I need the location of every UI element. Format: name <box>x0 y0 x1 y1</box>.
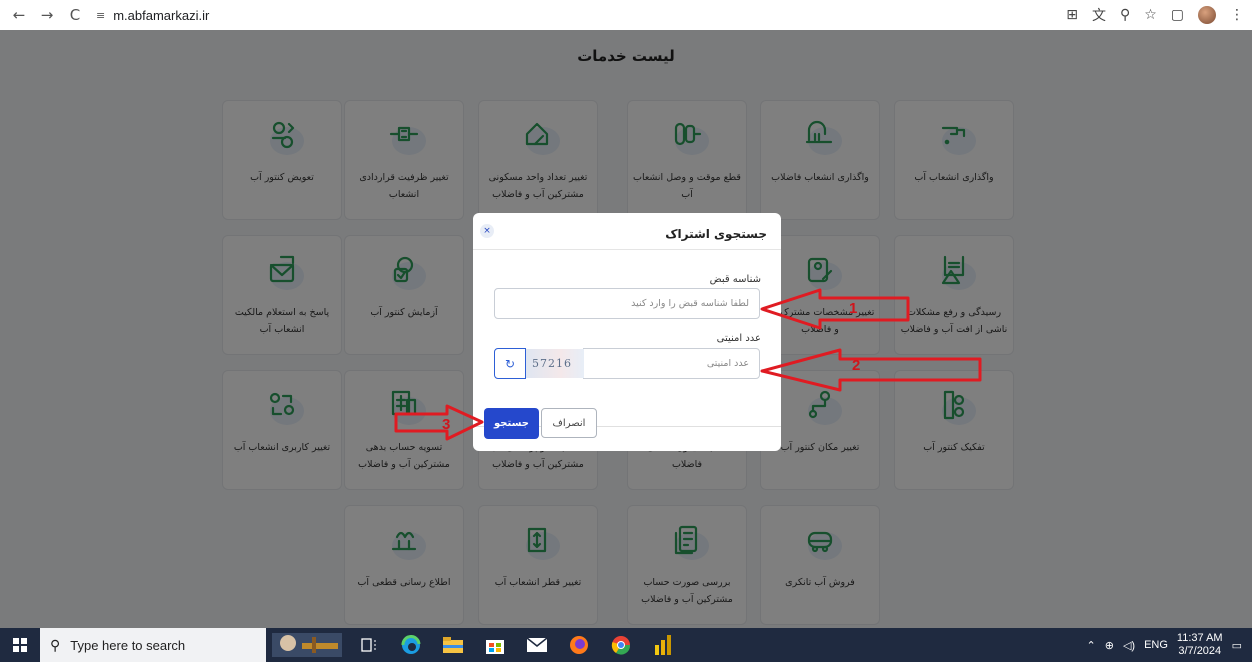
annotation-arrow-1 <box>760 288 910 330</box>
profile-avatar[interactable] <box>1198 6 1216 24</box>
language-indicator[interactable]: ENG <box>1144 639 1168 651</box>
windows-start-icon[interactable] <box>0 628 40 662</box>
annotation-arrows <box>394 288 982 441</box>
task-view-icon[interactable] <box>348 628 390 662</box>
url-text[interactable]: m.abfamarkazi.ir <box>113 8 209 23</box>
volume-icon[interactable]: ◁) <box>1123 639 1135 652</box>
browser-actions: ⊞ 文 ⚲ ☆ ▢ ⋮ <box>1066 0 1244 30</box>
side-panel-icon[interactable]: ▢ <box>1171 7 1184 23</box>
translate-icon[interactable]: 文 <box>1092 5 1106 25</box>
clock[interactable]: 11:37 AM 3/7/2024 <box>1177 632 1223 658</box>
search-icon: ⚲ <box>50 636 61 653</box>
site-info-icon[interactable]: ≡ <box>96 9 105 22</box>
clock-time: 11:37 AM <box>1176 632 1223 644</box>
file-explorer-icon[interactable] <box>432 628 474 662</box>
notifications-icon[interactable]: ▭ <box>1232 639 1242 652</box>
mail-icon[interactable] <box>516 628 558 662</box>
microsoft-store-icon[interactable] <box>474 628 516 662</box>
forward-icon[interactable]: → <box>36 4 58 26</box>
reload-icon[interactable]: C <box>64 4 86 26</box>
search-highlight-image[interactable] <box>266 628 348 662</box>
annotation-arrow-3 <box>394 404 484 441</box>
annotation-label-2: 2 <box>852 357 861 374</box>
system-tray: ⌃ ⊕ ◁) ENG 11:37 AM 3/7/2024 ▭ <box>1087 628 1252 662</box>
taskbar-search-input[interactable]: ⚲ Type here to search <box>40 628 266 662</box>
network-icon[interactable]: ⊕ <box>1105 639 1114 652</box>
clock-date: 3/7/2024 <box>1178 645 1222 657</box>
annotation-arrow-2 <box>760 348 982 392</box>
back-icon[interactable]: ← <box>8 4 30 26</box>
browser-toolbar: ← → C ≡ m.abfamarkazi.ir ⊞ 文 ⚲ ☆ ▢ ⋮ <box>0 0 1252 30</box>
install-app-icon[interactable]: ⊞ <box>1066 7 1078 23</box>
windows-taskbar: ⚲ Type here to search ⌃ ⊕ ◁) ENG 11:37 A… <box>0 628 1252 662</box>
address-bar[interactable]: ≡ m.abfamarkazi.ir <box>96 8 209 23</box>
annotation-label-3: 3 <box>442 416 451 433</box>
edge-browser-icon[interactable] <box>390 628 432 662</box>
bookmark-star-icon[interactable]: ☆ <box>1144 7 1157 23</box>
browser-menu-icon[interactable]: ⋮ <box>1230 7 1244 23</box>
page-content: لیست خدمات واگذاری انشعاب آبواگذاری انشع… <box>0 30 1252 628</box>
chrome-icon[interactable] <box>600 628 642 662</box>
zoom-icon[interactable]: ⚲ <box>1120 7 1130 23</box>
show-hidden-icons-icon[interactable]: ⌃ <box>1087 639 1096 652</box>
annotation-label-1: 1 <box>849 300 858 317</box>
taskbar-search-placeholder: Type here to search <box>70 637 186 653</box>
power-bi-icon[interactable] <box>642 628 684 662</box>
firefox-icon[interactable] <box>558 628 600 662</box>
